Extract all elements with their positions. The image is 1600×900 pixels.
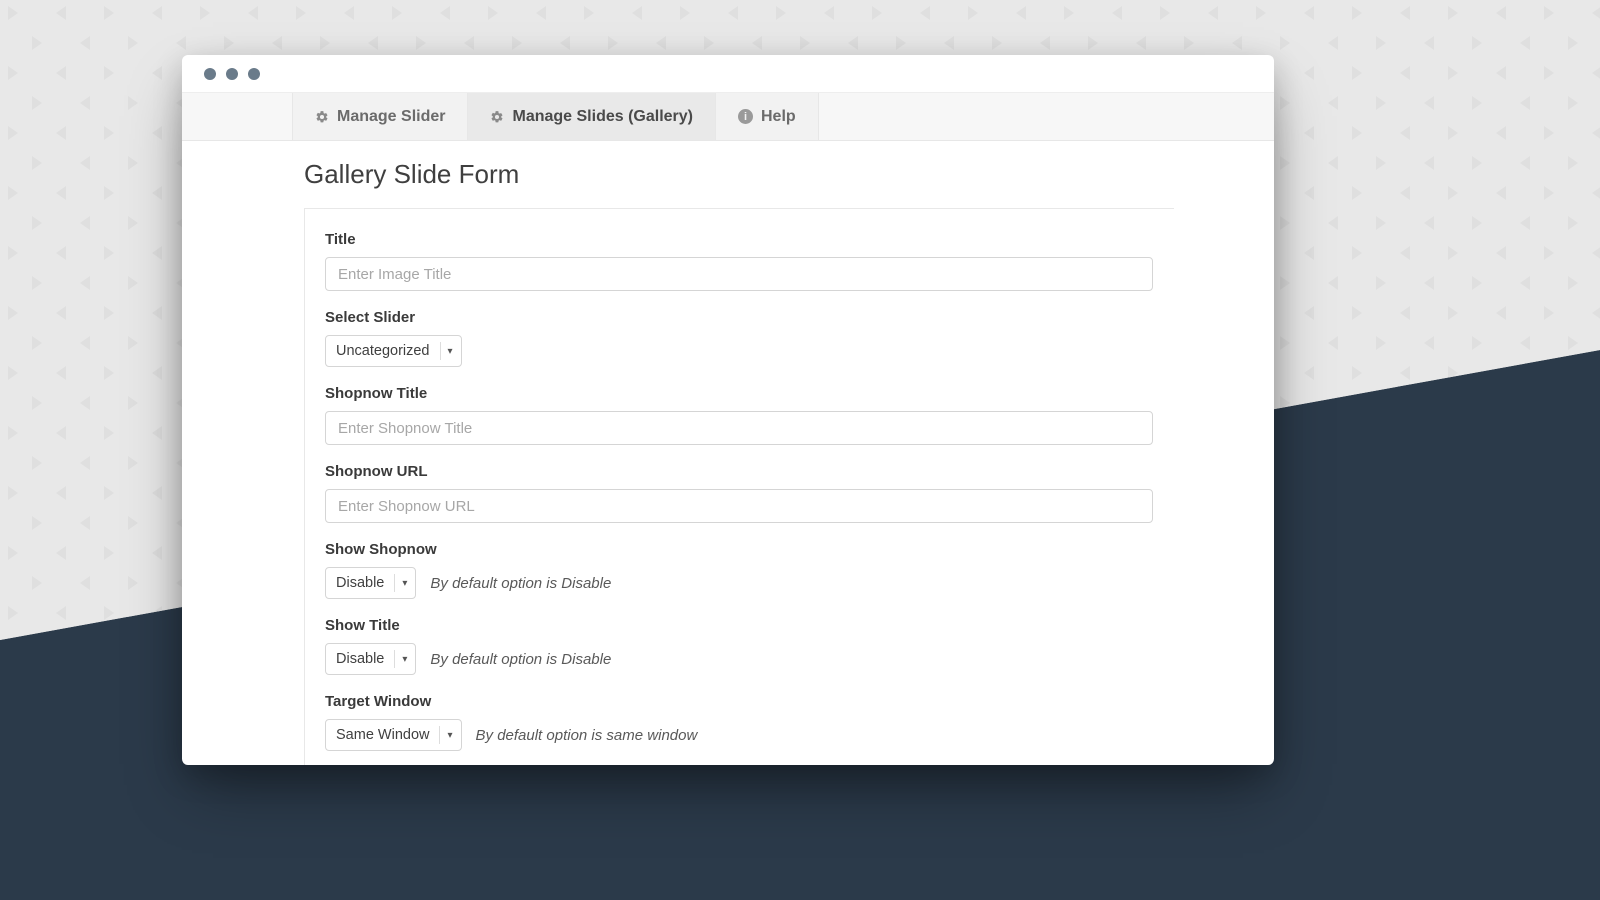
shopnow-title-input[interactable] bbox=[325, 411, 1153, 445]
show-shopnow-dropdown[interactable]: Disable ▾ bbox=[325, 567, 416, 599]
label-target-window: Target Window bbox=[325, 693, 1154, 710]
target-window-value: Same Window bbox=[336, 727, 429, 743]
tab-label: Manage Slider bbox=[337, 108, 445, 126]
tab-label: Manage Slides (Gallery) bbox=[512, 108, 693, 126]
show-title-value: Disable bbox=[336, 651, 384, 667]
gear-icon bbox=[490, 110, 504, 124]
chevron-down-icon: ▾ bbox=[394, 574, 407, 592]
field-show-title: Show Title Disable ▾ By default option i… bbox=[325, 617, 1154, 675]
label-select-slider: Select Slider bbox=[325, 309, 1154, 326]
window-dot-max[interactable] bbox=[248, 68, 260, 80]
label-shopnow-url: Shopnow URL bbox=[325, 463, 1154, 480]
shopnow-url-input[interactable] bbox=[325, 489, 1153, 523]
form-panel: Title Select Slider Uncategorized ▾ Shop… bbox=[304, 208, 1174, 765]
label-title: Title bbox=[325, 231, 1154, 248]
chevron-down-icon: ▾ bbox=[440, 342, 453, 360]
field-shopnow-title: Shopnow Title bbox=[325, 385, 1154, 445]
target-window-dropdown[interactable]: Same Window ▾ bbox=[325, 719, 462, 751]
tab-manage-slides-gallery[interactable]: Manage Slides (Gallery) bbox=[468, 93, 716, 140]
app-window: Manage Slider Manage Slides (Gallery) i … bbox=[182, 55, 1274, 765]
window-titlebar bbox=[182, 55, 1274, 93]
show-shopnow-hint: By default option is Disable bbox=[430, 575, 611, 592]
chevron-down-icon: ▾ bbox=[394, 650, 407, 668]
field-select-slider: Select Slider Uncategorized ▾ bbox=[325, 309, 1154, 367]
tab-bar: Manage Slider Manage Slides (Gallery) i … bbox=[182, 93, 1274, 141]
window-dot-min[interactable] bbox=[226, 68, 238, 80]
target-window-hint: By default option is same window bbox=[476, 727, 698, 744]
label-shopnow-title: Shopnow Title bbox=[325, 385, 1154, 402]
title-input[interactable] bbox=[325, 257, 1153, 291]
tab-help[interactable]: i Help bbox=[716, 93, 819, 140]
label-show-shopnow: Show Shopnow bbox=[325, 541, 1154, 558]
show-title-dropdown[interactable]: Disable ▾ bbox=[325, 643, 416, 675]
window-dot-close[interactable] bbox=[204, 68, 216, 80]
tab-manage-slider[interactable]: Manage Slider bbox=[292, 93, 468, 140]
tab-label: Help bbox=[761, 108, 796, 126]
field-target-window: Target Window Same Window ▾ By default o… bbox=[325, 693, 1154, 751]
field-shopnow-url: Shopnow URL bbox=[325, 463, 1154, 523]
gear-icon bbox=[315, 110, 329, 124]
label-show-title: Show Title bbox=[325, 617, 1154, 634]
select-slider-value: Uncategorized bbox=[336, 343, 430, 359]
select-slider-dropdown[interactable]: Uncategorized ▾ bbox=[325, 335, 462, 367]
info-icon: i bbox=[738, 109, 753, 124]
content-area: Gallery Slide Form Title Select Slider U… bbox=[182, 141, 1274, 765]
show-title-hint: By default option is Disable bbox=[430, 651, 611, 668]
field-title: Title bbox=[325, 231, 1154, 291]
show-shopnow-value: Disable bbox=[336, 575, 384, 591]
field-show-shopnow: Show Shopnow Disable ▾ By default option… bbox=[325, 541, 1154, 599]
chevron-down-icon: ▾ bbox=[439, 726, 452, 744]
page-title: Gallery Slide Form bbox=[304, 159, 1274, 190]
